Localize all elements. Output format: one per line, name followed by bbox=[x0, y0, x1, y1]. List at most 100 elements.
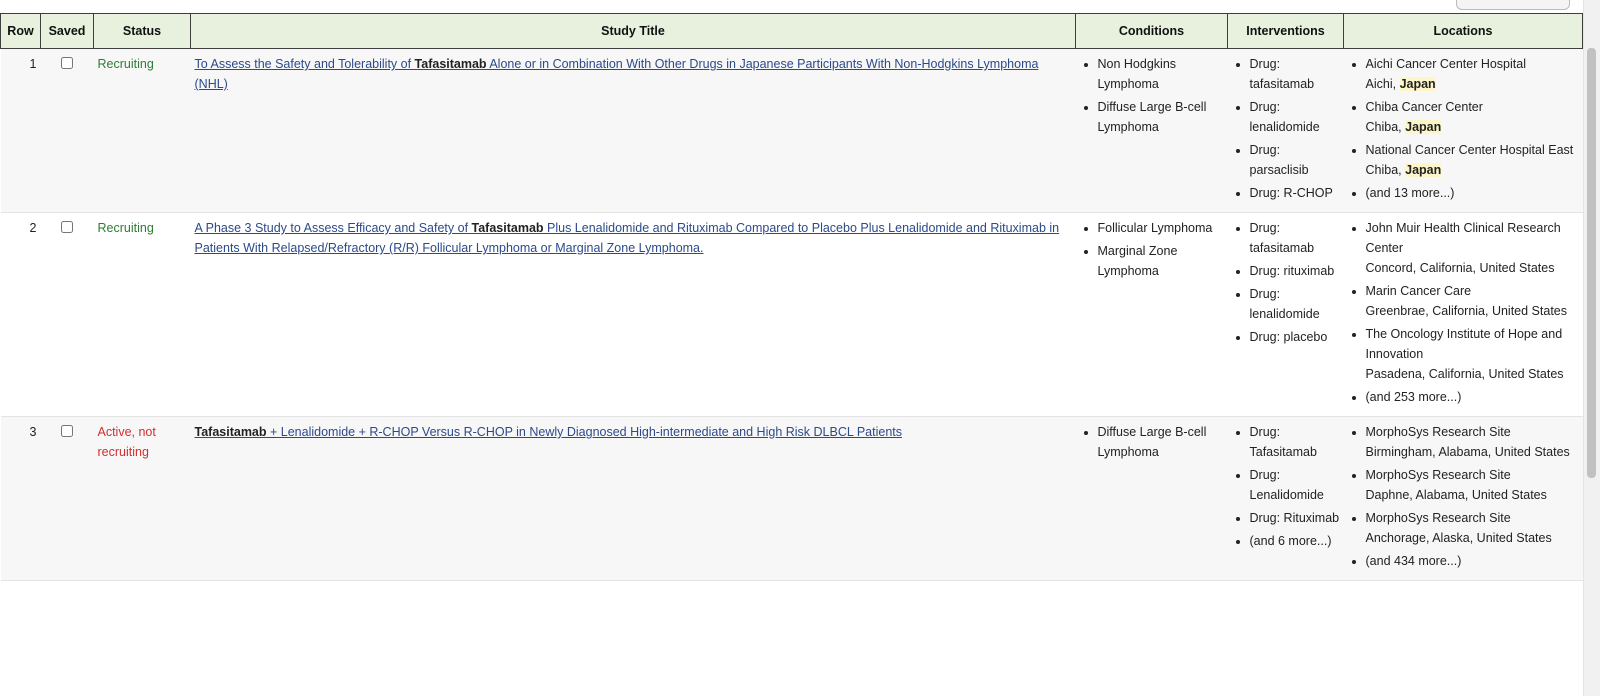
table-header-row: Row Saved Status Study Title Conditions … bbox=[0, 13, 1583, 49]
column-header-status[interactable]: Status bbox=[93, 13, 191, 49]
interventions-cell: Drug: tafasitamab Drug: rituximab Drug: le… bbox=[1227, 212, 1344, 417]
location-name: National Cancer Center Hospital East bbox=[1365, 143, 1574, 157]
study-title-keyword: Tafasitamab bbox=[471, 221, 544, 235]
intervention-item: Drug: Tafasitamab bbox=[1250, 422, 1340, 462]
study-title-link[interactable]: Tafasitamab + Lenalidomide + R-CHOP Vers… bbox=[195, 425, 903, 439]
condition-item: Marginal Zone Lymphoma bbox=[1098, 241, 1224, 281]
locations-cell: John Muir Health Clinical Research Cente… bbox=[1343, 212, 1583, 417]
location-item: Marin Cancer Care Greenbrae, California, … bbox=[1366, 281, 1579, 321]
location-city: Pasadena, California, United States bbox=[1365, 367, 1564, 381]
study-title-link[interactable]: To Assess the Safety and Tolerability of… bbox=[195, 57, 1039, 91]
interventions-list: Drug: tafasitamabDrug: lenalidomideDrug:… bbox=[1232, 54, 1340, 203]
location-name: The Oncology Institute of Hope and Innov… bbox=[1365, 327, 1563, 361]
study-title-cell: Tafasitamab + Lenalidomide + R-CHOP Vers… bbox=[190, 416, 1076, 581]
locations-list: MorphoSys Research Site Birmingham, Alaba… bbox=[1348, 422, 1579, 571]
column-header-row[interactable]: Row bbox=[0, 13, 41, 49]
column-header-conditions[interactable]: Conditions bbox=[1075, 13, 1228, 49]
location-name: Chiba Cancer Center bbox=[1365, 100, 1483, 114]
location-city: Chiba, bbox=[1365, 120, 1402, 134]
conditions-list: Diffuse Large B-cell Lymphoma bbox=[1080, 422, 1224, 462]
study-title-cell: To Assess the Safety and Tolerability of… bbox=[190, 48, 1076, 213]
location-more: (and 253 more...) bbox=[1365, 390, 1462, 404]
location-item: MorphoSys Research Site Anchorage, Alaska… bbox=[1366, 508, 1579, 548]
study-title-link[interactable]: A Phase 3 Study to Assess Efficacy and S… bbox=[195, 221, 1060, 255]
column-header-saved[interactable]: Saved bbox=[40, 13, 94, 49]
condition-item: Non Hodgkins Lymphoma bbox=[1098, 54, 1224, 94]
interventions-cell: Drug: TafasitamabDrug: Lenalidomide Drug:… bbox=[1227, 416, 1344, 581]
location-country: Japan bbox=[1405, 120, 1442, 134]
location-item: Chiba Cancer Center Chiba, Japan bbox=[1366, 97, 1579, 137]
intervention-item: Drug: tafasitamab bbox=[1250, 218, 1340, 258]
interventions-list: Drug: tafasitamab Drug: rituximab Drug: le… bbox=[1232, 218, 1340, 347]
study-title-cell: A Phase 3 Study to Assess Efficacy and S… bbox=[190, 212, 1076, 417]
location-city: Birmingham, Alabama, United States bbox=[1365, 445, 1570, 459]
intervention-item: Drug: placebo bbox=[1250, 327, 1340, 347]
table-body: 1 Recruiting To Assess the Safety and Tole… bbox=[0, 48, 1583, 581]
location-country: Japan bbox=[1399, 77, 1436, 91]
row-number: 1 bbox=[0, 48, 41, 213]
study-title-keyword: Tafasitamab bbox=[414, 57, 487, 71]
status-text: Recruiting bbox=[93, 212, 191, 417]
location-name: MorphoSys Research Site bbox=[1365, 468, 1511, 482]
locations-list: Aichi Cancer Center Hospital Aichi, Japan… bbox=[1348, 54, 1579, 203]
conditions-cell: Non Hodgkins LymphomaDiffuse Large B-cel… bbox=[1075, 48, 1228, 213]
status-text: Active, not recruiting bbox=[93, 416, 191, 581]
table-row: 3 Active, not recruiting Tafasitamab + Len… bbox=[0, 416, 1583, 581]
location-city: Greenbrae, California, United States bbox=[1365, 304, 1568, 318]
location-name: Marin Cancer Care bbox=[1365, 284, 1472, 298]
location-item: MorphoSys Research Site Birmingham, Alaba… bbox=[1366, 422, 1579, 462]
save-checkbox[interactable] bbox=[61, 221, 73, 233]
saved-cell bbox=[40, 212, 94, 417]
locations-list: John Muir Health Clinical Research Cente… bbox=[1348, 218, 1579, 407]
intervention-item: Drug: Lenalidomide bbox=[1250, 465, 1340, 505]
location-name: John Muir Health Clinical Research Cente… bbox=[1365, 221, 1561, 255]
location-city: Concord, California, United States bbox=[1365, 261, 1555, 275]
study-title-keyword: Tafasitamab bbox=[194, 425, 267, 439]
location-name: Aichi Cancer Center Hospital bbox=[1365, 57, 1527, 71]
condition-item: Follicular Lymphoma bbox=[1098, 218, 1224, 238]
intervention-item: Drug: tafasitamab bbox=[1250, 54, 1340, 94]
location-more: (and 434 more...) bbox=[1365, 554, 1462, 568]
top-dropdown-control[interactable] bbox=[1456, 0, 1570, 10]
scrollbar-thumb[interactable] bbox=[1587, 48, 1596, 478]
location-item: (and 253 more...) bbox=[1366, 387, 1579, 407]
location-more: (and 13 more...) bbox=[1365, 186, 1455, 200]
vertical-scrollbar[interactable] bbox=[1583, 0, 1600, 696]
intervention-item: Drug: parsaclisib bbox=[1250, 140, 1340, 180]
location-city: Chiba, bbox=[1365, 163, 1402, 177]
save-checkbox[interactable] bbox=[61, 425, 73, 437]
intervention-item: Drug: Rituximab bbox=[1250, 508, 1340, 528]
intervention-item: Drug: lenalidomide bbox=[1250, 284, 1340, 324]
table-row: 2 Recruiting A Phase 3 Study to Assess Eff… bbox=[0, 212, 1583, 417]
save-checkbox[interactable] bbox=[61, 57, 73, 69]
location-name: MorphoSys Research Site bbox=[1365, 511, 1511, 525]
intervention-item: Drug: rituximab bbox=[1250, 261, 1340, 281]
study-title-text: To Assess the Safety and Tolerability of bbox=[194, 57, 415, 71]
conditions-list: Non Hodgkins LymphomaDiffuse Large B-cel… bbox=[1080, 54, 1224, 137]
intervention-item: Drug: lenalidomide bbox=[1250, 97, 1340, 137]
saved-cell bbox=[40, 48, 94, 213]
location-name: MorphoSys Research Site bbox=[1365, 425, 1511, 439]
locations-cell: Aichi Cancer Center Hospital Aichi, Japan… bbox=[1343, 48, 1583, 213]
location-item: (and 434 more...) bbox=[1366, 551, 1579, 571]
row-number: 2 bbox=[0, 212, 41, 417]
intervention-item: Drug: R-CHOP bbox=[1250, 183, 1340, 203]
location-item: National Cancer Center Hospital East Chib… bbox=[1366, 140, 1579, 180]
interventions-list: Drug: TafasitamabDrug: Lenalidomide Drug:… bbox=[1232, 422, 1340, 551]
locations-cell: MorphoSys Research Site Birmingham, Alaba… bbox=[1343, 416, 1583, 581]
location-item: Aichi Cancer Center Hospital Aichi, Japan bbox=[1366, 54, 1579, 94]
conditions-cell: Diffuse Large B-cell Lymphoma bbox=[1075, 416, 1228, 581]
location-item: John Muir Health Clinical Research Cente… bbox=[1366, 218, 1579, 278]
row-number: 3 bbox=[0, 416, 41, 581]
location-item: MorphoSys Research Site Daphne, Alabama, … bbox=[1366, 465, 1579, 505]
results-table: Row Saved Status Study Title Conditions … bbox=[0, 13, 1583, 581]
location-city: Daphne, Alabama, United States bbox=[1365, 488, 1547, 502]
table-row: 1 Recruiting To Assess the Safety and Tole… bbox=[0, 48, 1583, 213]
column-header-interventions[interactable]: Interventions bbox=[1227, 13, 1344, 49]
conditions-cell: Follicular Lymphoma Marginal Zone Lymphom… bbox=[1075, 212, 1228, 417]
location-item: The Oncology Institute of Hope and Innov… bbox=[1366, 324, 1579, 384]
study-title-text: A Phase 3 Study to Assess Efficacy and S… bbox=[194, 221, 472, 235]
condition-item: Diffuse Large B-cell Lymphoma bbox=[1098, 97, 1224, 137]
column-header-study-title[interactable]: Study Title bbox=[190, 13, 1076, 49]
column-header-locations[interactable]: Locations bbox=[1343, 13, 1583, 49]
